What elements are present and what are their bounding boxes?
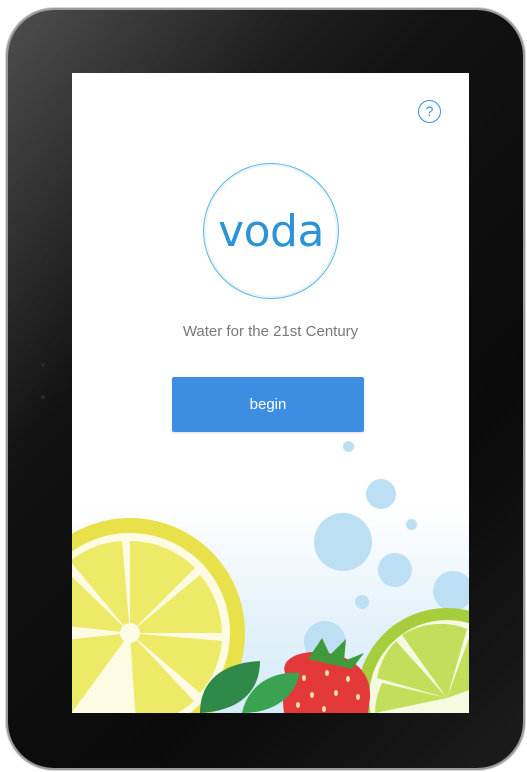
tablet-sensor-bottom [41,395,45,399]
begin-button[interactable]: begin [172,377,364,432]
tablet-sensor-top [41,363,45,367]
voda-logo: voda [203,163,339,299]
help-button[interactable]: ? [418,100,441,123]
logo-text: voda [218,205,324,257]
app-screen: ? voda Water for the 21st Century begin [72,73,469,713]
lime-slice-icon [357,608,469,713]
tagline: Water for the 21st Century [182,323,359,340]
question-circle-icon: ? [425,103,434,119]
